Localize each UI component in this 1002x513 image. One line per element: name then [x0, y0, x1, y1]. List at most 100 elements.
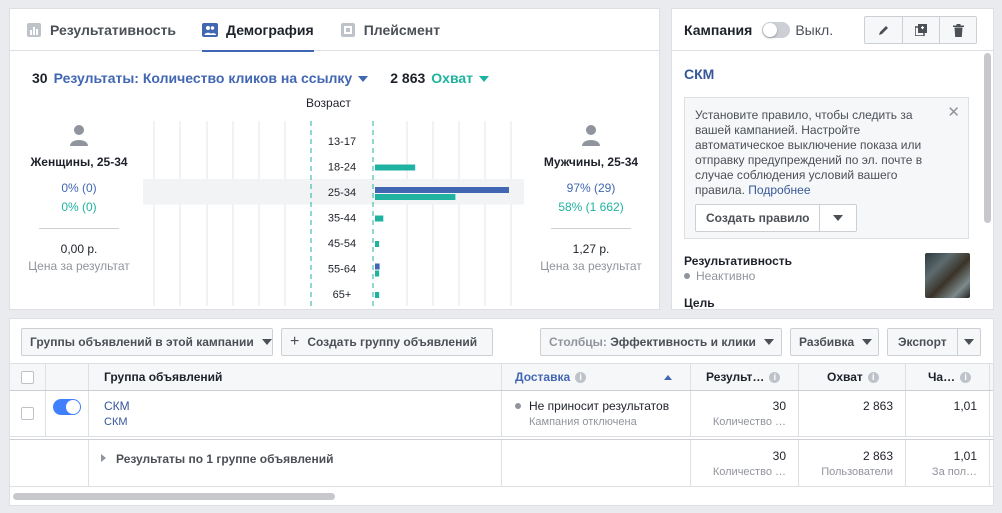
select-all-cell — [10, 364, 46, 390]
placement-icon — [340, 22, 356, 38]
divider — [39, 228, 119, 229]
bar-chart-icon — [26, 22, 42, 38]
person-icon — [579, 123, 603, 147]
campaign-tools — [864, 16, 977, 44]
column-header-reach[interactable]: Охват i — [799, 364, 906, 390]
columns-prefix: Столбцы: — [549, 335, 607, 349]
info-icon[interactable]: i — [575, 371, 587, 383]
bar — [375, 241, 380, 247]
campaign-link[interactable]: СКМ — [104, 416, 128, 428]
expand-arrow-icon[interactable] — [101, 454, 106, 462]
header-reach-label: Охват — [827, 370, 863, 384]
frequency-value: 1,01 — [953, 399, 977, 413]
summary-frequency-subtext: За пол… — [931, 465, 977, 478]
select-all-checkbox[interactable] — [21, 370, 34, 384]
adset-toggle[interactable] — [53, 399, 81, 415]
bar — [375, 164, 416, 171]
pencil-icon — [878, 26, 888, 35]
adset-name-link[interactable]: СКМ — [104, 399, 130, 413]
campaign-toggle[interactable] — [762, 21, 791, 38]
create-rule-dropdown[interactable] — [820, 205, 856, 231]
tab-label: Демография — [226, 21, 314, 38]
table-row[interactable]: СКМ СКМ Не приносит результатов Кампания… — [10, 391, 993, 437]
reach-metric-dropdown[interactable]: Охват — [431, 70, 490, 86]
breakdown-label: Разбивка — [799, 335, 855, 349]
summary-frequency-value: 1,01 — [953, 448, 977, 463]
sort-ascending-icon[interactable] — [664, 375, 672, 380]
tab-label: Результативность — [50, 21, 177, 38]
bar — [375, 292, 380, 298]
women-cost: 0,00 р. — [60, 242, 98, 256]
delivery-subtext: Кампания отключена — [529, 416, 637, 428]
duplicate-button[interactable] — [902, 17, 939, 43]
women-summary: Женщины, 25-34 0% (0) 0% (0) 0,00 р. Цен… — [12, 123, 146, 273]
plus-icon: + — [290, 333, 300, 350]
summary-frequency-cell: 1,01 За пол… — [906, 440, 990, 486]
row-toggle-cell — [46, 391, 89, 436]
trash-icon — [952, 23, 964, 37]
columns-dropdown[interactable]: Столбцы: Эффективность и клики — [540, 328, 782, 356]
summary-delivery-cell — [502, 440, 691, 486]
campaign-name-link[interactable]: СКМ — [684, 66, 714, 82]
create-adset-label: Создать группу объявлений — [307, 335, 478, 349]
create-rule-button[interactable]: Создать правило — [696, 205, 821, 231]
men-label: Мужчины, 25-34 — [543, 155, 639, 169]
men-summary: Мужчины, 25-34 97% (29) 58% (1 662) 1,27… — [524, 123, 658, 273]
breakdown-dropdown[interactable]: Разбивка — [790, 328, 879, 356]
results-cell: 30 Количество … — [691, 391, 799, 436]
row-select-cell — [10, 391, 46, 436]
chevron-down-icon — [261, 339, 272, 345]
results-metric-label: Результаты: Количество кликов на ссылку — [53, 70, 353, 86]
age-chart: 13-17 18-24 25-34 35-44 45-54 55-64 65+ — [143, 121, 524, 306]
info-icon[interactable]: i — [769, 371, 781, 383]
column-header-delivery[interactable]: Доставка i — [502, 364, 691, 390]
adsets-filter-dropdown[interactable]: Группы объявлений в этой кампании — [21, 328, 273, 356]
column-header-frequency[interactable]: Ча… i — [906, 364, 990, 390]
delete-button[interactable] — [939, 17, 976, 43]
chevron-down-icon — [963, 339, 974, 345]
summary-reach-value: 2 863 — [862, 448, 893, 463]
women-cost-label: Цена за результат — [28, 259, 130, 273]
women-label: Женщины, 25-34 — [30, 155, 128, 169]
women-reach-pct: 0% (0) — [61, 200, 97, 214]
horizontal-scrollbar[interactable] — [13, 493, 335, 500]
chevron-down-icon — [763, 339, 774, 345]
learn-more-link[interactable]: Подробнее — [748, 183, 810, 197]
column-header-results[interactable]: Результ… i — [691, 364, 799, 390]
create-adset-button[interactable]: + Создать группу объявлений — [281, 328, 493, 356]
adsets-table-panel: Группы объявлений в этой кампании + Созда… — [9, 318, 994, 506]
status-dot — [515, 403, 521, 409]
info-icon[interactable]: i — [867, 371, 879, 383]
adsets-filter-label: Группы объявлений в этой кампании — [30, 335, 254, 349]
tab-performance[interactable]: Результативность — [26, 9, 176, 51]
results-count: 30 — [32, 70, 48, 86]
tab-demographics[interactable]: Демография — [202, 9, 314, 52]
summary-label: Результаты по 1 группе объявлений — [116, 452, 334, 466]
summary-row: Результаты по 1 группе объявлений 30 Кол… — [10, 439, 993, 487]
chart-title: Возраст — [306, 96, 351, 110]
goal-label: Цель — [684, 296, 715, 310]
bar — [375, 194, 456, 200]
export-dropdown[interactable] — [958, 339, 980, 345]
results-metric-dropdown[interactable]: Результаты: Количество кликов на ссылку — [54, 70, 369, 86]
bar — [375, 263, 380, 270]
ad-thumbnail[interactable] — [925, 253, 970, 298]
row-checkbox[interactable] — [21, 407, 34, 420]
summary-spacer — [10, 440, 89, 486]
info-icon[interactable]: i — [960, 371, 972, 383]
scrollbar[interactable] — [984, 53, 991, 223]
chevron-down-icon — [862, 339, 873, 345]
tab-placement[interactable]: Плейсмент — [340, 9, 440, 51]
close-icon[interactable]: ✕ — [947, 105, 960, 120]
header-delivery-label: Доставка — [515, 370, 571, 384]
edit-button[interactable] — [865, 17, 902, 43]
reach-count: 2 863 — [390, 70, 426, 86]
performance-state: Неактивно — [684, 269, 755, 283]
column-header-name[interactable]: Группа объявлений — [89, 364, 502, 390]
women-results-pct: 0% (0) — [61, 181, 97, 195]
summary-reach-subtext: Пользователи — [821, 465, 893, 478]
export-button[interactable]: Экспорт — [888, 329, 958, 355]
breakdown-tabs: Результативность Демография Плейсмент — [10, 9, 659, 52]
performance-label: Результативность — [684, 254, 793, 268]
campaign-panel: Кампания Выкл. СКМ ✕ Установите правило,… — [671, 8, 994, 310]
